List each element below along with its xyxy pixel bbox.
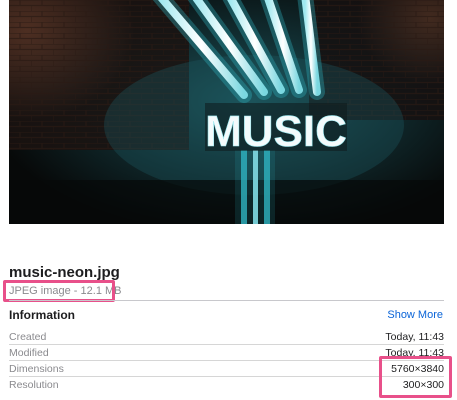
- row-value: Today, 11:43: [385, 331, 444, 343]
- info-row-resolution: Resolution 300×300: [9, 379, 444, 395]
- image-preview: MUSIC: [9, 0, 444, 224]
- row-label: Dimensions: [9, 363, 64, 375]
- neon-sign-photo: MUSIC: [9, 0, 444, 224]
- row-label: Created: [9, 331, 47, 343]
- show-more-link[interactable]: Show More: [387, 309, 443, 321]
- row-value: 5760×3840: [391, 363, 444, 375]
- row-value: Today, 11:43: [385, 347, 444, 359]
- row-divider: [9, 344, 444, 345]
- sign-text: MUSIC: [205, 107, 347, 156]
- information-heading: Information: [9, 308, 75, 322]
- row-value: 300×300: [402, 379, 444, 391]
- section-divider: [9, 300, 444, 301]
- row-divider: [9, 360, 444, 361]
- row-divider: [9, 376, 444, 377]
- file-kind-size: JPEG image - 12.1 MB: [9, 285, 122, 297]
- file-name: music-neon.jpg: [9, 264, 120, 281]
- row-label: Resolution: [9, 379, 59, 391]
- row-label: Modified: [9, 347, 49, 359]
